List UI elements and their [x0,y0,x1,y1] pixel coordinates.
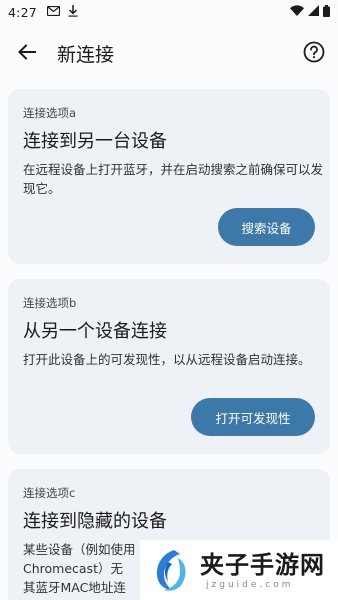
download-icon [68,4,78,20]
watermark-logo-icon [156,550,186,591]
connection-option-card-b: 连接选项b 从另一个设备连接 打开此设备上的可发现性，以从远程设备启动连接。 打… [8,279,330,454]
connection-option-card-a: 连接选项a 连接到另一台设备 在远程设备上打开蓝牙，并在启动搜索之前确保可以发现… [8,89,330,264]
card-description: 打开此设备上的可发现性，以从远程设备启动连接。 [23,352,311,367]
status-bar: 4:27 [0,0,338,24]
signal-icon [308,5,319,19]
help-circle-icon [303,41,325,63]
arrow-back-icon [18,44,36,60]
option-label: 连接选项c [23,486,76,500]
option-label: 连接选项a [23,106,77,120]
gmail-icon [46,5,60,19]
status-time: 4:27 [8,4,37,20]
card-title: 连接到另一台设备 [23,131,167,152]
wifi-icon [290,5,304,19]
watermark-text: 夹子手游网 [200,551,325,579]
app-bar: 新连接 [0,28,338,78]
watermark-subtext: jzguide.com [206,580,294,590]
card-title: 连接到隐藏的设备 [23,511,167,532]
battery-icon [323,4,330,20]
card-description: 在远程设备上打开蓝牙，并在启动搜索之前确保可以发现它。 [23,162,324,196]
enable-discoverability-button[interactable]: 打开可发现性 [191,398,315,436]
search-devices-button[interactable]: 搜索设备 [218,208,315,246]
watermark: 夹子手游网 jzguide.com [140,540,338,600]
page-title: 新连接 [57,44,115,66]
option-label: 连接选项b [23,296,77,310]
card-title: 从另一个设备连接 [23,321,167,342]
back-button[interactable] [12,37,42,67]
help-button[interactable] [300,38,328,66]
